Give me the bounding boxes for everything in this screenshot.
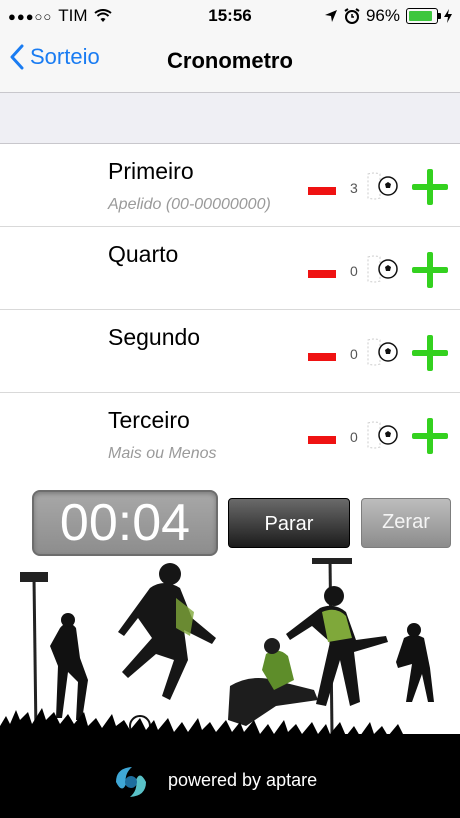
player-name: Primeiro [108, 158, 194, 184]
player-row: Segundo 0 [0, 310, 460, 393]
player-row: Quarto 0 [0, 227, 460, 310]
soccer-ball-icon [367, 338, 398, 366]
goal-count: 0 [350, 263, 358, 279]
player-name: Terceiro [108, 407, 190, 433]
add-goal-button[interactable] [412, 252, 448, 288]
stop-button[interactable]: Parar [228, 498, 350, 548]
soccer-ball-icon [367, 421, 398, 449]
battery-percent: 96% [365, 6, 400, 25]
remove-goal-button[interactable] [308, 187, 336, 195]
remove-goal-button[interactable] [308, 270, 336, 278]
alarm-clock-icon [344, 8, 360, 24]
player-name: Segundo [108, 324, 201, 350]
player-row: Terceiro Mais ou Menos 0 [0, 393, 460, 466]
goal-count: 0 [350, 346, 358, 362]
location-arrow-icon [324, 10, 337, 22]
remove-goal-button[interactable] [308, 353, 336, 361]
goal-count: 3 [350, 180, 358, 196]
add-goal-button[interactable] [412, 335, 448, 371]
page-title: Cronometro [167, 48, 293, 73]
player-list: Primeiro Apelido (00-00000000) 3 Quarto … [0, 144, 460, 466]
aptare-logo [116, 767, 146, 797]
charging-bolt-icon [444, 9, 452, 23]
powered-by-label: powered by aptare [168, 770, 318, 790]
add-goal-button[interactable] [412, 169, 448, 205]
soccer-players-illustration [0, 558, 434, 748]
goal-count: 0 [350, 429, 358, 445]
status-bar: ●●●○○ TIM 15:56 96% [0, 0, 460, 32]
navigation-bar: Sorteio Cronometro [0, 32, 460, 93]
stopwatch-display: 00:04 [32, 490, 218, 556]
section-header [0, 93, 460, 144]
player-row: Primeiro Apelido (00-00000000) 3 [0, 144, 460, 227]
reset-button[interactable]: Zerar [361, 498, 451, 548]
soccer-ball-icon [367, 172, 398, 200]
battery-icon [406, 8, 441, 24]
soccer-ball-icon [367, 255, 398, 283]
footer: powered by aptare [0, 734, 460, 818]
add-goal-button[interactable] [412, 418, 448, 454]
player-subtitle: Apelido (00-00000000) [108, 196, 271, 213]
player-subtitle: Mais ou Menos [108, 445, 217, 462]
battery-level-fill [409, 11, 433, 21]
remove-goal-button[interactable] [308, 436, 336, 444]
player-name: Quarto [108, 241, 179, 267]
